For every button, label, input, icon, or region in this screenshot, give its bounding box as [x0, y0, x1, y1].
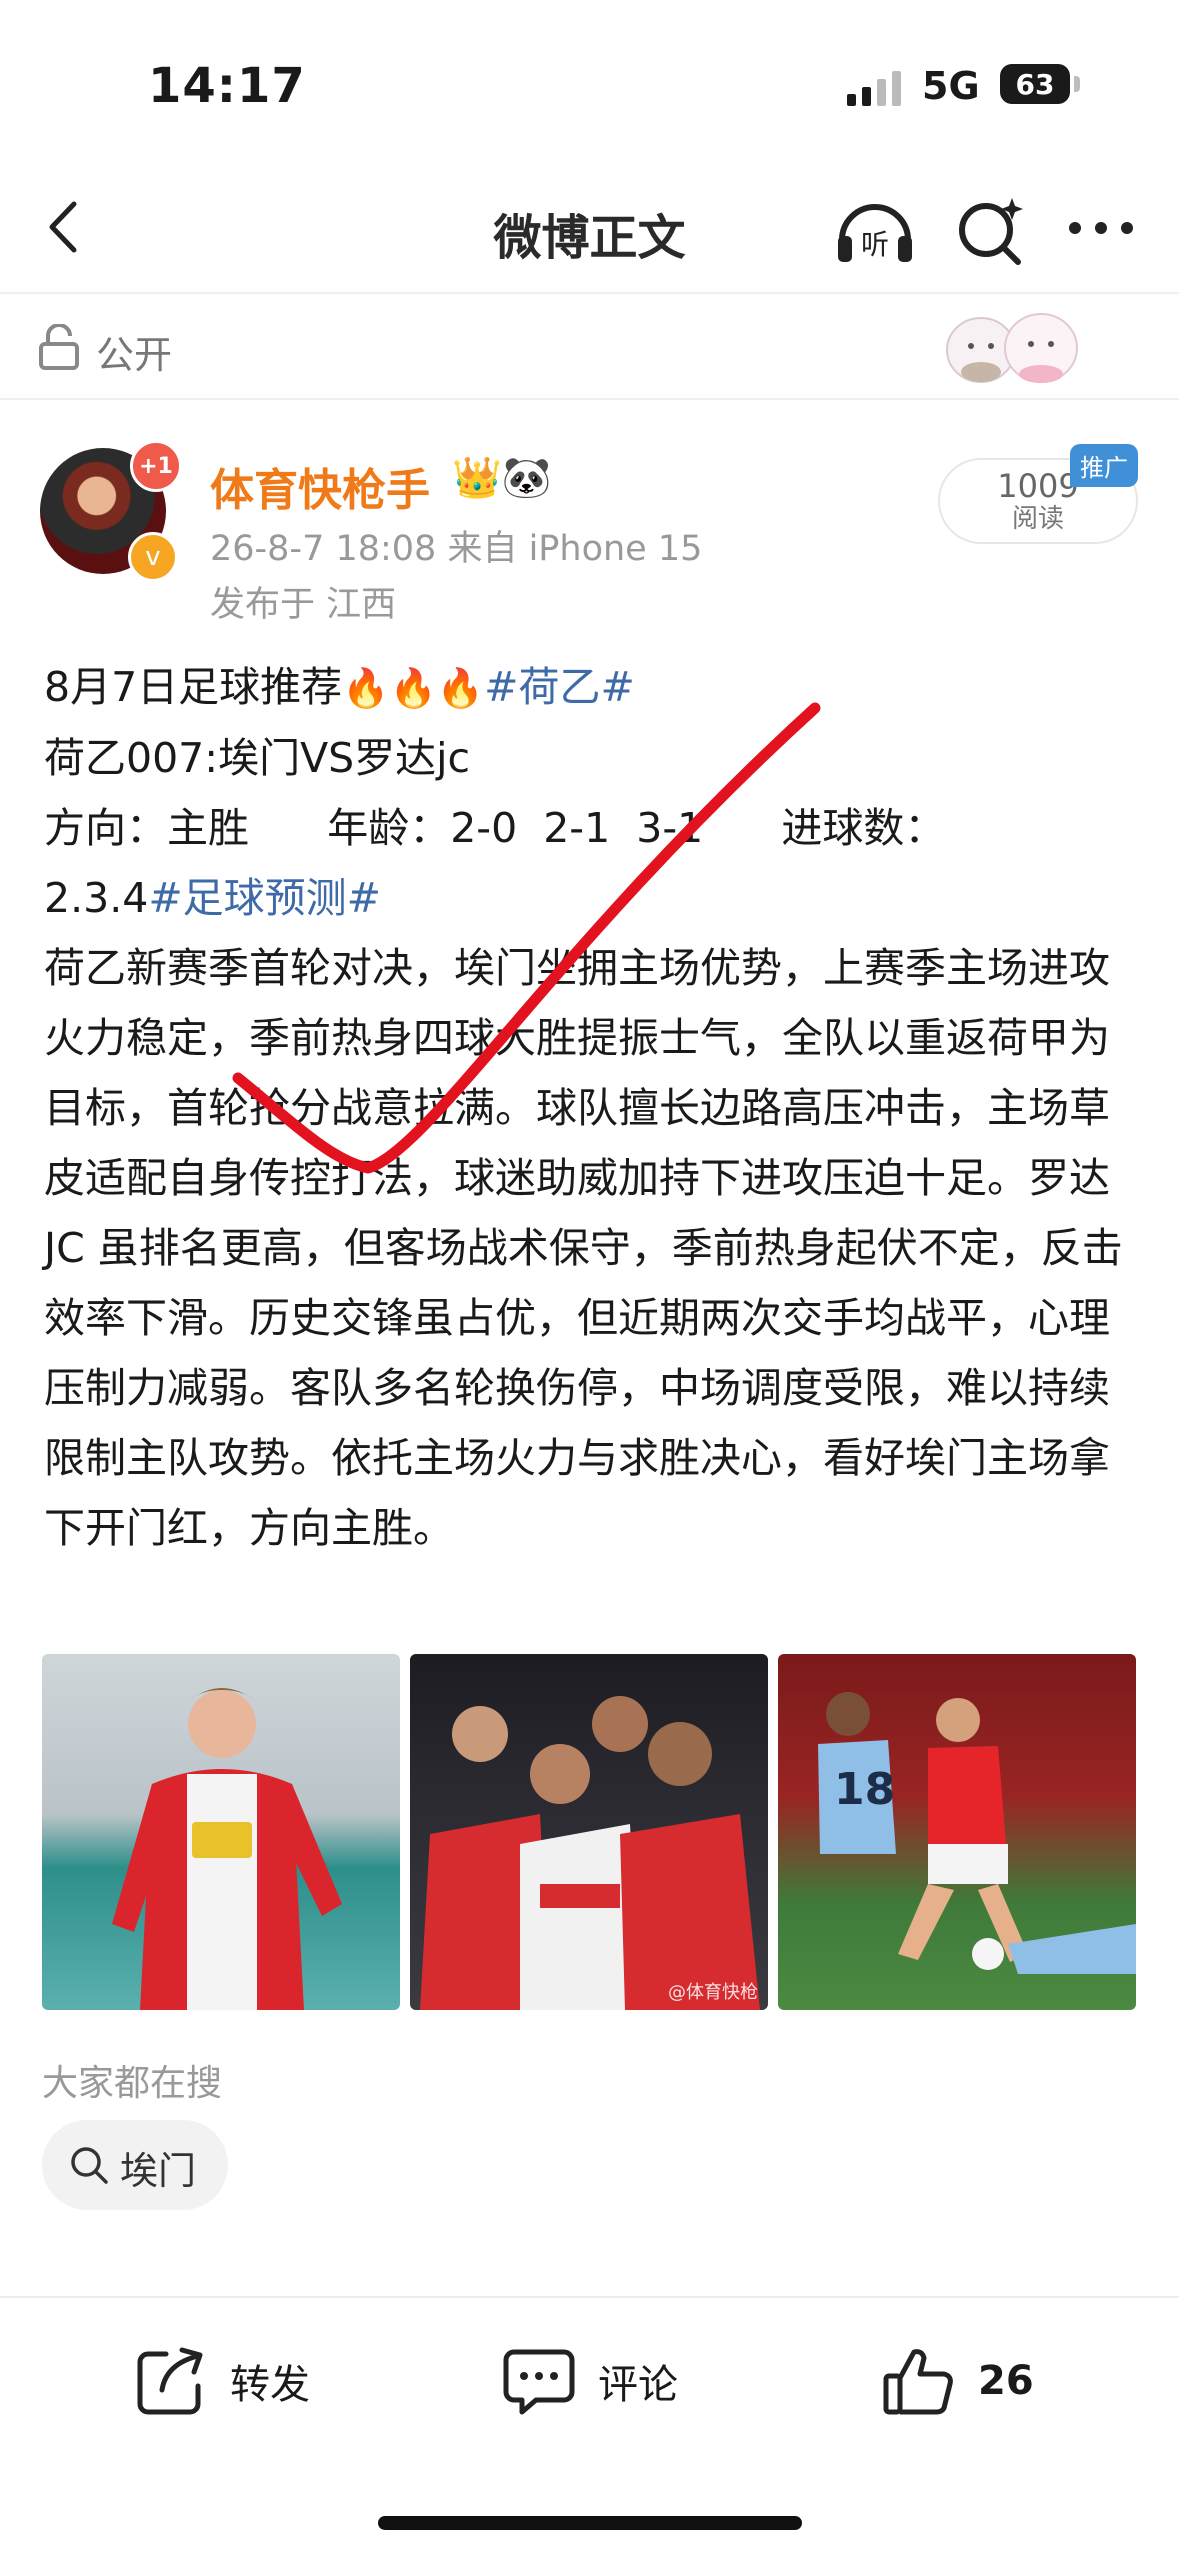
thumbs-up-icon	[883, 2349, 953, 2415]
search-sparkle-icon[interactable]	[950, 190, 1030, 270]
content-body: 荷乙新赛季首轮对决，埃门坐拥主场优势，上赛季主场进攻火力稳定，季前热身四球大胜提…	[44, 944, 1124, 1552]
repost-icon	[137, 2347, 203, 2415]
nav-bar: 微博正文 听	[0, 170, 1179, 294]
headphone-icon[interactable]: 听	[832, 188, 918, 268]
photo-watermark: @体育快枪	[668, 1982, 758, 2003]
network-label: 5G	[922, 64, 980, 108]
like-button[interactable]: 26	[880, 2336, 1034, 2426]
comment-icon	[503, 2349, 575, 2415]
post-content: 8月7日足球推荐🔥🔥🔥#荷乙# 荷乙007:埃门VS罗达jc 方向：主胜 年龄：…	[44, 652, 1144, 1563]
content-line-3: 方向：主胜 年龄：2-0 2-1 3-1 进球数：	[44, 804, 946, 852]
comment-button[interactable]: 评论	[500, 2336, 678, 2426]
suggest-title: 大家都在搜	[42, 2063, 223, 2104]
suggest-chip[interactable]: 埃门	[42, 2120, 228, 2210]
player-figure-image	[112, 1688, 342, 2010]
listen-label: 听	[861, 228, 889, 261]
post-location: 发布于 江西	[210, 585, 397, 625]
photo-3[interactable]: 18	[778, 1654, 1136, 2010]
suggest-chip-label: 埃门	[120, 2149, 197, 2193]
match-action-image: 18	[818, 1692, 1136, 1974]
line4-text: 2.3.4	[44, 874, 149, 922]
author-name[interactable]: 体育快枪手	[210, 454, 430, 518]
hashtag-link[interactable]: #荷乙#	[484, 663, 635, 711]
reads-label: 阅读	[1011, 504, 1064, 534]
like-count: 26	[978, 2358, 1034, 2404]
visibility-row: 公开	[0, 294, 1179, 400]
cartoon-sticker-image	[946, 313, 1078, 383]
content-line-4: 2.3.4#足球预测#	[44, 863, 1144, 933]
home-indicator	[378, 2516, 802, 2530]
visibility-label: 公开	[96, 333, 173, 377]
bottom-action-bar: 转发 评论 26	[0, 2296, 1179, 2558]
search-icon	[71, 2147, 108, 2184]
post-time-source: 26-8-7 18:08 来自 iPhone 15	[210, 529, 703, 569]
comment-label: 评论	[598, 2362, 678, 2408]
content-line-2: 荷乙007:埃门VS罗达jc	[44, 734, 471, 782]
signal-icon	[847, 71, 901, 106]
avatar-badge: +1	[130, 440, 182, 492]
photo-2[interactable]: @体育快枪	[410, 1654, 768, 2010]
battery-tip	[1074, 76, 1080, 92]
verified-icon: v	[128, 532, 178, 582]
team-celebration-image	[420, 1696, 760, 2010]
repost-label: 转发	[230, 2362, 310, 2408]
battery-icon: 63	[1000, 64, 1070, 104]
fire-emoji-icons: 🔥🔥🔥	[342, 666, 485, 710]
status-bar: 14:17 5G 63	[0, 0, 1179, 170]
hashtag-link[interactable]: #足球预测#	[148, 874, 381, 922]
more-dots-icon[interactable]	[1065, 198, 1137, 258]
promo-tag[interactable]: 推广	[1070, 444, 1138, 487]
content-line-1: 8月7日足球推荐🔥🔥🔥#荷乙#	[44, 652, 1144, 723]
svg-text:18: 18	[834, 1764, 895, 1815]
photo-grid: @体育快枪 18	[42, 1654, 1136, 2010]
repost-button[interactable]: 转发	[132, 2336, 310, 2426]
lock-icon	[39, 324, 79, 370]
author-badge-icons: 👑🐼	[452, 455, 552, 501]
status-time: 14:17	[148, 58, 306, 114]
line1-text: 8月7日足球推荐	[44, 663, 343, 711]
photo-1[interactable]	[42, 1654, 400, 2010]
